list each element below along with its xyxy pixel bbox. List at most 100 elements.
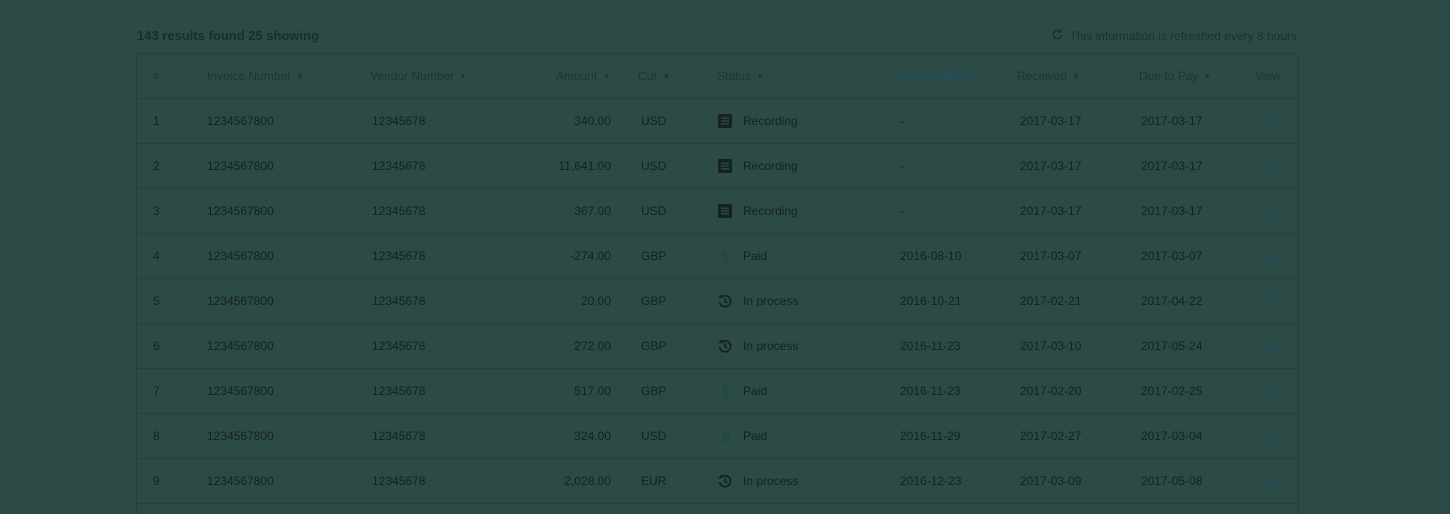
invoice-number: 1234567800 (207, 204, 274, 218)
table-row[interactable]: 5 1234567800 12345678 20.00 GBP In process 201… (137, 279, 1298, 324)
invoice-date: - (900, 114, 904, 128)
invoice-date: 2016-12-23 (900, 474, 962, 488)
column-header-label: Due to Pay (1139, 69, 1199, 83)
table-row[interactable]: 3 1234567800 12345678 367.00 USD Recording - 20… (137, 189, 1298, 234)
status: In process (717, 324, 798, 368)
invoice-date: 2016-11-29 (900, 429, 961, 443)
table-row[interactable]: 1 1234567800 12345678 340.00 USD Recording - 20… (137, 99, 1298, 144)
currency: USD (641, 429, 667, 443)
view-toggle[interactable] (1255, 234, 1280, 278)
column-header-invoice-number[interactable]: Invoice Number ▼ (207, 54, 304, 98)
column-header-due-to-pay[interactable]: Due to Pay ▼ (1139, 54, 1211, 98)
chevron-down-icon (1264, 247, 1280, 263)
view-toggle[interactable] (1255, 144, 1280, 188)
invoice-date: 2016-11-23 (900, 339, 961, 353)
view-toggle[interactable] (1255, 279, 1280, 323)
chevron-down-icon (1264, 382, 1280, 398)
dollar-icon: $ (717, 248, 733, 264)
column-header-label: Amount (556, 69, 598, 83)
column-header-invoice-date[interactable]: Invoice Date ▲ (896, 54, 976, 98)
row-number: 3 (153, 204, 160, 218)
vendor-number: 12345678 (372, 204, 426, 218)
currency: GBP (641, 249, 667, 263)
invoice-date: - (900, 159, 904, 173)
sort-caret-icon: ▼ (459, 72, 467, 81)
status-label: Recording (743, 159, 798, 173)
due-date: 2017-02-25 (1141, 384, 1203, 398)
table-row[interactable]: 4 1234567800 12345678 -274.00 GBP $ Paid 2016-0… (137, 234, 1298, 279)
table-header: # Invoice Number ▼ Vendor Number ▼ Amount ▼… (137, 54, 1298, 99)
column-header-received[interactable]: Received ▼ (1017, 54, 1080, 98)
column-header-vendor-number[interactable]: Vendor Number ▼ (370, 54, 467, 98)
status: In process (717, 459, 798, 503)
view-toggle[interactable] (1255, 369, 1280, 413)
amount: 20.00 (580, 294, 611, 308)
chevron-down-icon (1264, 472, 1280, 488)
chevron-down-icon (1264, 292, 1280, 308)
view-toggle[interactable] (1255, 99, 1280, 143)
column-header-num: # (153, 69, 160, 83)
received-date: 2017-03-17 (1020, 159, 1082, 173)
history-icon (717, 293, 733, 309)
table-row[interactable]: 9 1234567800 12345678 2,028.00 EUR In process… (137, 459, 1298, 504)
vendor-number: 12345678 (372, 294, 426, 308)
row-number: 7 (153, 384, 160, 398)
refresh-note: This information is refreshed every 8 ho… (1051, 28, 1297, 44)
invoice-number: 1234567800 (207, 249, 274, 263)
column-header-label: Status (717, 69, 752, 83)
amount: 11,641.00 (558, 159, 612, 173)
chevron-down-icon (1264, 202, 1280, 218)
table-row[interactable]: 8 1234567800 12345678 324.00 USD $ Paid 2016-11… (137, 414, 1298, 459)
status: Recording (717, 189, 798, 233)
received-date: 2017-03-10 (1020, 339, 1082, 353)
invoice-page: 143 results found 25 showing This inform… (0, 0, 1450, 514)
sort-caret-icon: ▼ (1072, 72, 1080, 81)
table-row[interactable]: 6 1234567800 12345678 272.00 GBP In process 20… (137, 324, 1298, 369)
dollar-icon: $ (717, 428, 733, 444)
column-header-label: Cur (638, 69, 658, 83)
invoice-number: 1234567800 (207, 339, 274, 353)
invoice-number: 1234567800 (207, 294, 274, 308)
view-toggle[interactable] (1255, 459, 1280, 503)
svg-text:$: $ (721, 383, 731, 399)
invoice-date: 2016-08-10 (900, 249, 962, 263)
list-icon (717, 203, 733, 219)
currency: EUR (641, 474, 667, 488)
status-label: In process (743, 474, 799, 488)
table-row[interactable]: 2 1234567800 12345678 11,641.00 USD Recording… (137, 144, 1298, 189)
invoice-date: - (900, 204, 904, 218)
amount: 324.00 (574, 429, 611, 443)
view-toggle[interactable] (1255, 189, 1280, 233)
row-number: 5 (153, 294, 160, 308)
row-number: 2 (153, 159, 160, 173)
invoice-date: 2016-10-21 (900, 294, 962, 308)
status-label: Recording (743, 204, 798, 218)
row-number: 1 (153, 114, 160, 128)
history-icon (717, 473, 733, 489)
amount: 272.00 (574, 339, 611, 353)
vendor-number: 12345678 (372, 159, 426, 173)
due-date: 2017-03-07 (1141, 249, 1203, 263)
invoice-table: # Invoice Number ▼ Vendor Number ▼ Amount ▼… (136, 53, 1299, 514)
due-date: 2017-03-04 (1141, 429, 1203, 443)
table-row[interactable]: 7 1234567800 12345678 517.00 GBP $ Paid 2016-11… (137, 369, 1298, 414)
view-toggle[interactable] (1255, 414, 1280, 458)
vendor-number: 12345678 (372, 339, 426, 353)
received-date: 2017-03-07 (1020, 249, 1082, 263)
column-header-status[interactable]: Status ▼ (717, 54, 764, 98)
status: $ Paid (717, 234, 767, 278)
row-number: 4 (153, 249, 160, 263)
received-date: 2017-03-17 (1020, 114, 1082, 128)
column-header-label: Vendor Number (370, 69, 455, 83)
invoice-number: 1234567800 (207, 114, 274, 128)
column-header-amount[interactable]: Amount ▼ (556, 54, 610, 98)
currency: USD (641, 204, 667, 218)
sort-caret-icon: ▼ (662, 72, 671, 81)
currency: USD (641, 159, 667, 173)
column-header-cur[interactable]: Cur ▼ (638, 54, 670, 98)
invoice-number: 1234567800 (207, 474, 274, 488)
dollar-icon: $ (717, 383, 733, 399)
status-label: Recording (743, 114, 798, 128)
vendor-number: 12345678 (372, 384, 426, 398)
view-toggle[interactable] (1255, 324, 1280, 368)
